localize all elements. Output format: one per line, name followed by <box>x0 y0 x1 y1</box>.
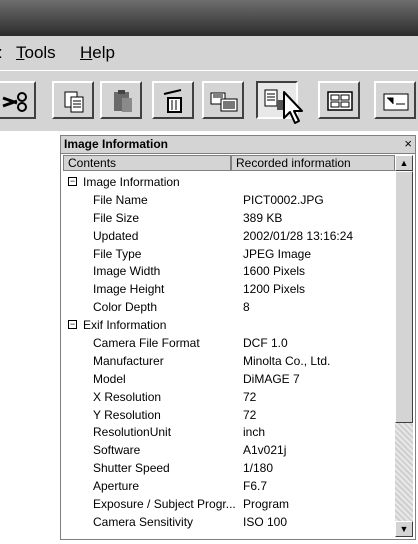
info-row[interactable]: Manufacturer Minolta Co., Ltd. <box>63 352 395 370</box>
info-value: inch <box>243 425 266 440</box>
info-key: Image Width <box>93 264 161 279</box>
info-value: PICT0002.JPG <box>243 192 324 207</box>
info-key: ResolutionUnit <box>93 425 172 440</box>
menu-item-partial[interactable]: : <box>0 43 3 63</box>
paste-button[interactable] <box>100 81 142 119</box>
image-information-panel: Image Information × Contents Recorded in… <box>60 135 416 540</box>
column-header-recorded-information[interactable]: Recorded information <box>231 155 395 171</box>
delete-icon <box>163 89 182 113</box>
info-value: DiMAGE 7 <box>243 371 300 386</box>
section-row[interactable]: − Image Information <box>63 173 395 191</box>
info-value: 8 <box>243 300 250 315</box>
info-row[interactable]: File Size 389 KB <box>63 209 395 227</box>
info-row[interactable]: File Type JPEG Image <box>63 245 395 263</box>
scrollbar-thumb[interactable] <box>395 171 413 423</box>
info-row[interactable]: Model DiMAGE 7 <box>63 370 395 388</box>
info-key: Updated <box>93 228 139 243</box>
toolbar <box>0 70 418 131</box>
info-row[interactable]: Image Width 1600 Pixels <box>63 262 395 280</box>
info-key: Manufacturer <box>93 353 164 368</box>
column-header-contents[interactable]: Contents <box>63 155 231 171</box>
info-row[interactable]: Shutter Speed 1/180 <box>63 459 395 477</box>
info-key: Y Resolution <box>93 407 161 422</box>
info-key: File Name <box>93 192 148 207</box>
slideshow-icon <box>210 92 238 112</box>
info-row[interactable]: Exposure / Subject Progr... Program <box>63 495 395 513</box>
info-value: 389 KB <box>243 210 283 225</box>
info-row[interactable]: Updated 2002/01/28 13:16:24 <box>63 227 395 245</box>
info-value: 1600 Pixels <box>243 264 306 279</box>
list-view-button[interactable] <box>374 81 416 119</box>
menu-bar: : Tools Help <box>0 36 418 70</box>
vertical-scrollbar[interactable]: ▲ ▼ <box>395 155 413 537</box>
info-key: Color Depth <box>93 300 158 315</box>
info-key: Exposure / Subject Progr... <box>93 497 236 512</box>
info-key: File Size <box>93 210 140 225</box>
info-key: Camera File Format <box>93 336 200 351</box>
title-bar <box>0 0 418 36</box>
slideshow-button[interactable] <box>202 81 244 119</box>
scissors-icon <box>2 92 27 112</box>
info-value: DCF 1.0 <box>243 336 288 351</box>
section-row[interactable]: − Exif Information <box>63 316 395 334</box>
close-icon[interactable]: × <box>404 136 412 151</box>
info-key: Software <box>93 443 141 458</box>
paste-icon <box>114 90 132 112</box>
thumbnail-view-icon <box>327 91 353 111</box>
delete-button[interactable] <box>152 81 194 119</box>
collapse-icon[interactable]: − <box>68 177 77 186</box>
info-value: Minolta Co., Ltd. <box>243 353 331 368</box>
info-key: Image Information <box>83 175 180 189</box>
mouse-pointer-icon <box>283 91 303 124</box>
copy-icon <box>64 91 84 113</box>
info-key: File Type <box>93 246 142 261</box>
collapse-icon[interactable]: − <box>68 320 77 330</box>
info-row[interactable]: ResolutionUnit inch <box>63 423 395 441</box>
info-key: Camera Sensitivity <box>93 514 194 529</box>
info-row[interactable]: Camera Sensitivity ISO 100 <box>63 513 395 531</box>
info-row[interactable]: X Resolution 72 <box>63 388 395 406</box>
thumbnail-view-button[interactable] <box>318 81 360 119</box>
info-value: Program <box>243 497 290 512</box>
info-value: 1/180 <box>243 461 274 476</box>
info-row[interactable]: Software A1v021j <box>63 441 395 459</box>
info-value: 2002/01/28 13:16:24 <box>243 228 354 243</box>
info-key: Exif Information <box>83 318 167 333</box>
scroll-up-icon[interactable]: ▲ <box>395 155 413 171</box>
scroll-down-icon[interactable]: ▼ <box>395 521 413 537</box>
info-row[interactable]: Image Height 1200 Pixels <box>63 280 395 298</box>
info-list: − Image Information File Name PICT0002.JPG F… <box>63 173 395 531</box>
info-value: 72 <box>243 407 257 422</box>
info-value: JPEG Image <box>243 246 312 261</box>
info-value: ISO 100 <box>243 514 288 529</box>
info-key: Aperture <box>93 479 140 494</box>
info-value: 1200 Pixels <box>243 282 306 297</box>
info-row[interactable]: File Name PICT0002.JPG <box>63 191 395 209</box>
info-value: A1v021j <box>243 443 287 458</box>
info-row[interactable]: Color Depth 8 <box>63 298 395 316</box>
panel-title-bar[interactable]: Image Information × <box>61 136 415 154</box>
copy-button[interactable] <box>52 81 94 119</box>
menu-tools[interactable]: Tools <box>16 43 56 63</box>
info-key: Model <box>93 371 126 386</box>
cut-button[interactable] <box>0 81 36 119</box>
panel-title: Image Information <box>64 137 169 151</box>
info-value: F6.7 <box>243 479 268 494</box>
info-row[interactable]: Aperture F6.7 <box>63 477 395 495</box>
info-key: X Resolution <box>93 389 162 404</box>
info-key: Image Height <box>93 282 165 297</box>
list-view-icon <box>383 93 409 111</box>
info-row[interactable]: Y Resolution 72 <box>63 406 395 424</box>
info-key: Shutter Speed <box>93 461 170 476</box>
info-row[interactable]: Camera File Format DCF 1.0 <box>63 334 395 352</box>
menu-help[interactable]: Help <box>80 43 115 63</box>
info-value: 72 <box>243 389 257 404</box>
